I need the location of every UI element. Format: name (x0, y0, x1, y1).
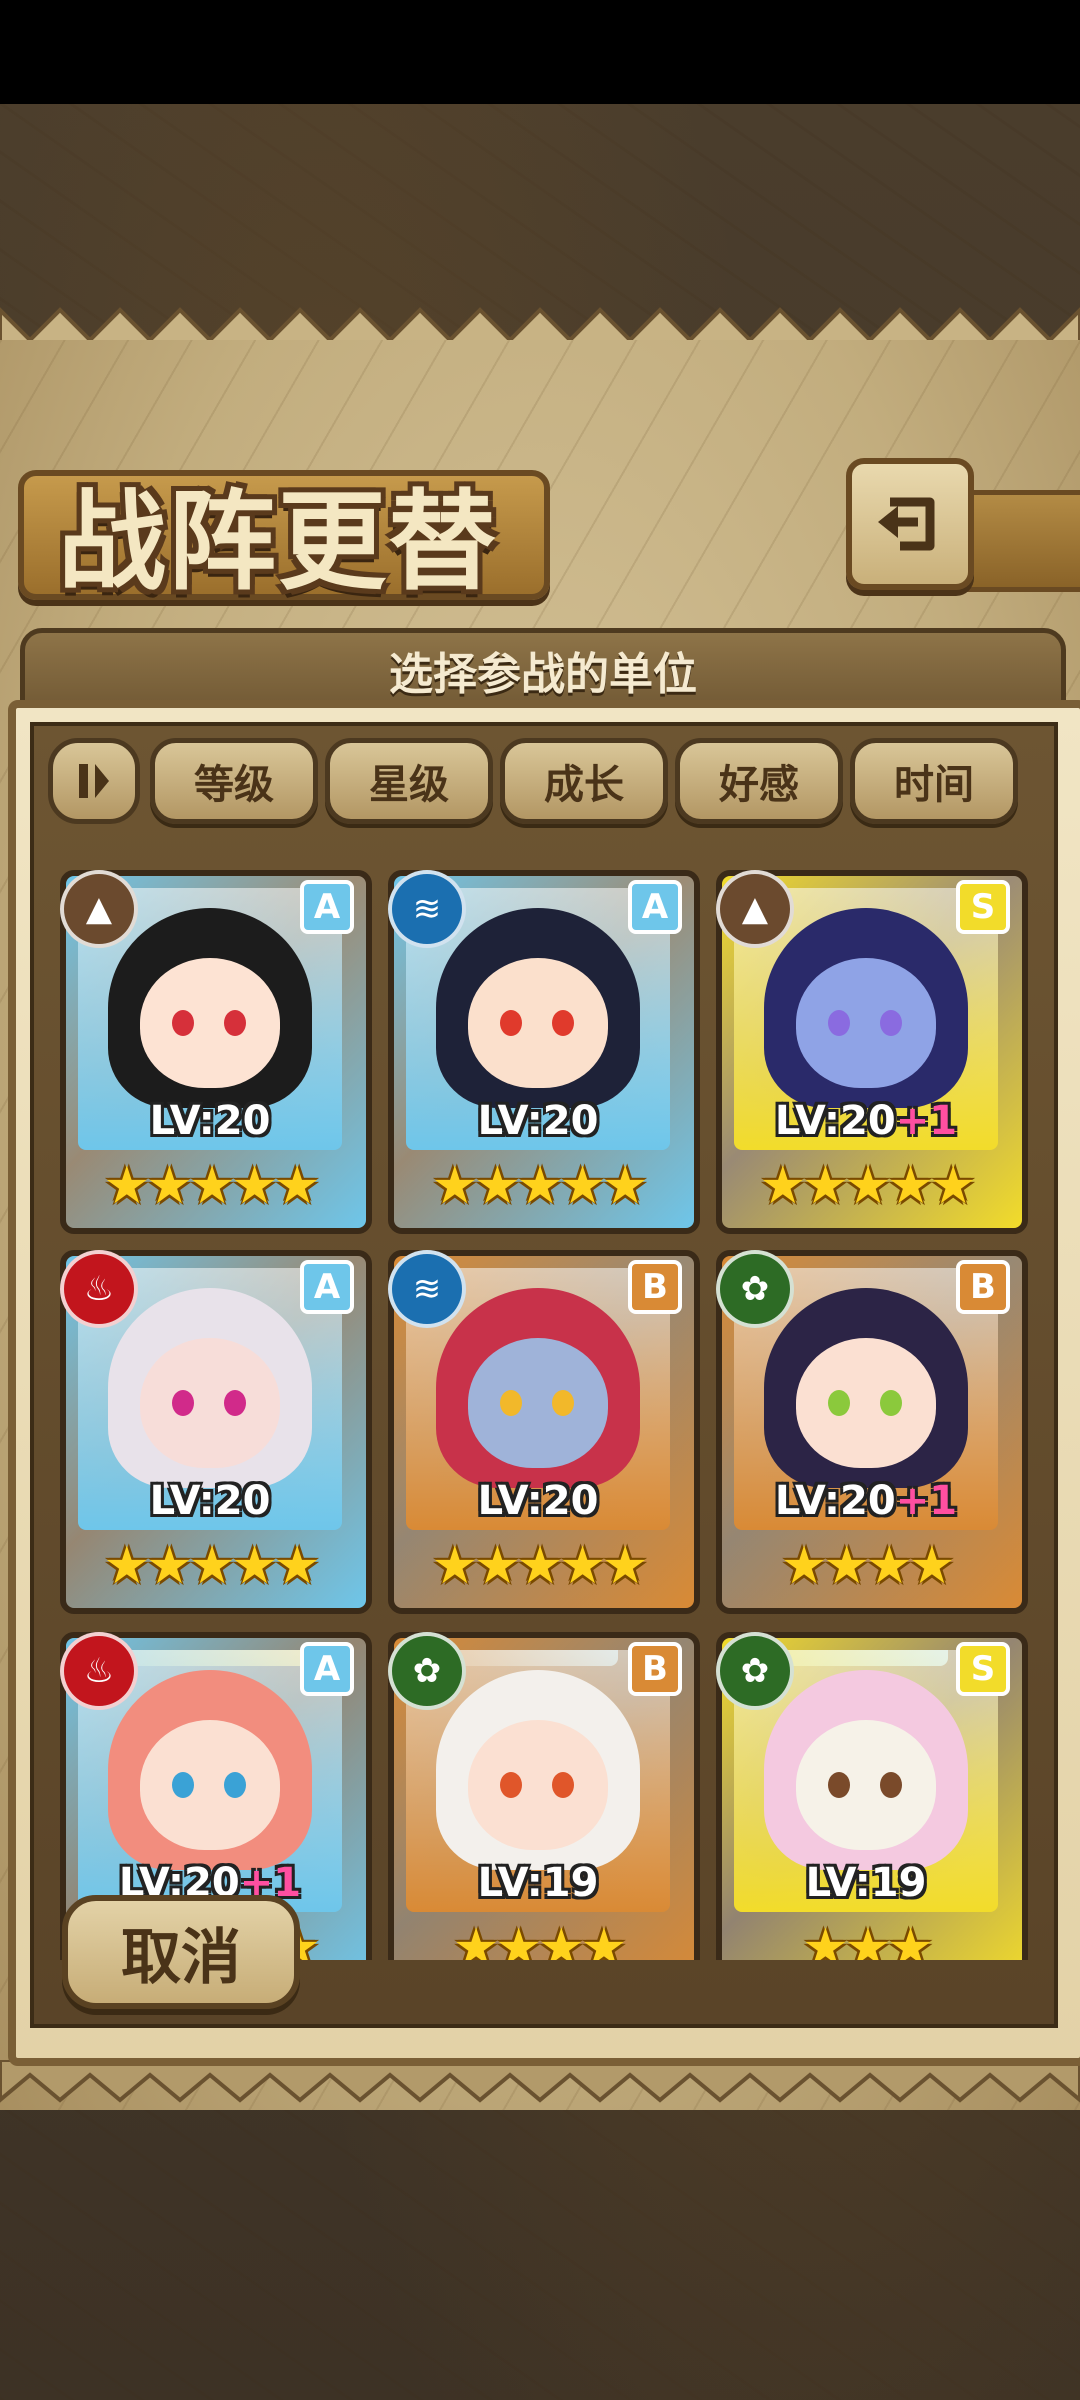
star-rating: ★★★★★ (431, 1156, 648, 1216)
unit-card[interactable]: ≋ B LV:20 ★★★★★ (388, 1250, 700, 1614)
portrait-face (796, 1720, 936, 1850)
star-rating: ★★★★ (452, 1918, 627, 1960)
back-button[interactable] (846, 458, 974, 590)
unit-level: LV:20 (60, 1478, 360, 1524)
fire-element-icon: ♨ (60, 1250, 138, 1328)
earth-element-icon: ▲ (716, 870, 794, 948)
unit-card[interactable]: ▲ A LV:20 ★★★★★ (60, 870, 372, 1234)
pause-toggle-icon (79, 764, 109, 798)
star-rating: ★★★ (802, 1918, 934, 1960)
portrait-eye (880, 1390, 902, 1416)
portrait-face (468, 1338, 608, 1468)
parchment-bottom-edge (0, 2060, 1080, 2103)
portrait-eye (552, 1390, 574, 1416)
level-text: LV:20 (477, 1098, 599, 1144)
unit-level: LV:19 (716, 1860, 1016, 1906)
unit-level: LV:20 (60, 1098, 360, 1144)
level-text: LV:19 (477, 1860, 599, 1906)
portrait-eye (224, 1010, 246, 1036)
unit-level: LV:20 (388, 1478, 688, 1524)
portrait-face (796, 958, 936, 1088)
unit-grid: ▲ A LV:20 ★★★★★ ≋ A LV:20 ★★★★★ ▲ S LV:20+1 ★★★★★ ♨ A… (38, 830, 1042, 1960)
portrait-eye (828, 1772, 850, 1798)
unit-card[interactable]: ♨ A LV:20 ★★★★★ (60, 1250, 372, 1614)
sort-by-level-button[interactable]: 等级 (150, 738, 318, 824)
sort-by-time-button[interactable]: 时间 (850, 738, 1018, 824)
status-bar (0, 0, 1080, 104)
unit-card[interactable]: ✿ B LV:20+1 ★★★★ (716, 1250, 1028, 1614)
rank-badge: B (628, 1642, 682, 1696)
portrait-eye (224, 1772, 246, 1798)
unit-level: LV:20+1 (716, 1098, 1016, 1144)
level-text: LV:20 (774, 1478, 896, 1524)
unit-level: LV:20+1 (716, 1478, 1016, 1524)
sort-by-growth-button[interactable]: 成长 (500, 738, 668, 824)
portrait-eye (880, 1772, 902, 1798)
wind-element-icon: ✿ (716, 1632, 794, 1710)
rank-badge: A (300, 880, 354, 934)
wind-element-icon: ✿ (716, 1250, 794, 1328)
portrait-face (140, 1720, 280, 1850)
star-rating: ★★★★★ (103, 1156, 320, 1216)
rank-badge: S (956, 880, 1010, 934)
rank-badge: S (956, 1642, 1010, 1696)
unit-card[interactable]: ≋ A LV:20 ★★★★★ (388, 870, 700, 1234)
portrait-face (796, 1338, 936, 1468)
water-element-icon: ≋ (388, 1250, 466, 1328)
portrait-eye (500, 1390, 522, 1416)
star-rating: ★★★★★ (103, 1536, 320, 1596)
portrait-face (468, 1720, 608, 1850)
unit-card[interactable]: ✿ S LV:19 ★★★ (716, 1632, 1028, 1960)
rank-badge: A (300, 1260, 354, 1314)
portrait-eye (500, 1772, 522, 1798)
sort-by-star-button[interactable]: 星级 (325, 738, 493, 824)
portrait-face (468, 958, 608, 1088)
wind-element-icon: ✿ (388, 1632, 466, 1710)
portrait-eye (500, 1010, 522, 1036)
portrait-eye (172, 1390, 194, 1416)
level-text: LV:20 (477, 1478, 599, 1524)
unit-card[interactable]: ▲ S LV:20+1 ★★★★★ (716, 870, 1028, 1234)
portrait-eye (828, 1010, 850, 1036)
rank-badge: A (628, 880, 682, 934)
level-text: LV:20 (149, 1478, 271, 1524)
level-bonus: +1 (895, 1478, 958, 1524)
level-text: LV:20 (149, 1098, 271, 1144)
portrait-eye (224, 1390, 246, 1416)
sort-order-toggle[interactable] (48, 738, 140, 824)
rank-badge: B (628, 1260, 682, 1314)
level-bonus: +1 (895, 1098, 958, 1144)
water-element-icon: ≋ (388, 870, 466, 948)
unit-level: LV:20 (388, 1098, 688, 1144)
earth-element-icon: ▲ (60, 870, 138, 948)
rank-badge: A (300, 1642, 354, 1696)
sort-by-affection-button[interactable]: 好感 (675, 738, 843, 824)
portrait-eye (828, 1390, 850, 1416)
rank-badge: B (956, 1260, 1010, 1314)
portrait-eye (880, 1010, 902, 1036)
fire-element-icon: ♨ (60, 1632, 138, 1710)
star-rating: ★★★★ (780, 1536, 955, 1596)
unit-card[interactable]: ✿ B LV:19 ★★★★ (388, 1632, 700, 1960)
unit-level: LV:19 (388, 1860, 688, 1906)
star-rating: ★★★★★ (759, 1156, 976, 1216)
portrait-face (140, 958, 280, 1088)
portrait-eye (172, 1772, 194, 1798)
star-rating: ★★★★★ (431, 1536, 648, 1596)
portrait-eye (552, 1010, 574, 1036)
portrait-eye (172, 1010, 194, 1036)
portrait-face (140, 1338, 280, 1468)
portrait-eye (552, 1772, 574, 1798)
level-text: LV:20 (774, 1098, 896, 1144)
level-text: LV:19 (805, 1860, 927, 1906)
cancel-button[interactable]: 取消 (62, 1895, 300, 2009)
page-title: 战阵更替 (58, 480, 499, 605)
return-arrow-icon (878, 497, 935, 551)
